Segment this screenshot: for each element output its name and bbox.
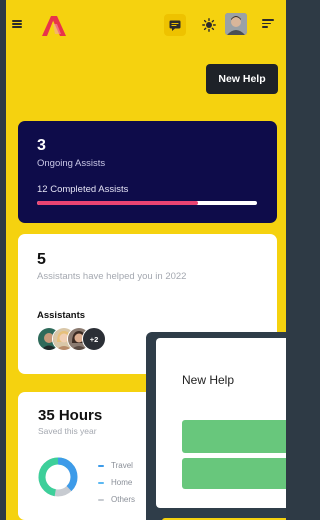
- legend-label: Travel: [111, 461, 133, 470]
- legend-label: Home: [111, 478, 133, 487]
- legend-item: Home: [98, 474, 135, 491]
- ongoing-assists-card[interactable]: 3 Ongoing Assists 12 Completed Assists: [18, 121, 277, 223]
- app-screen: New Help 3 Ongoing Assists 12 Completed …: [6, 0, 286, 520]
- completed-label: 12 Completed Assists: [37, 184, 129, 195]
- modal-title: New Help: [182, 373, 235, 387]
- legend-label: Others: [111, 495, 136, 504]
- new-help-modal: New Help S: [146, 332, 286, 520]
- legend-dash: [98, 464, 104, 467]
- new-help-button[interactable]: New Help: [206, 64, 278, 94]
- assistants-title: Assistants: [37, 310, 86, 321]
- message-icon[interactable]: [164, 14, 186, 36]
- ongoing-label: Ongoing Assists: [37, 158, 106, 169]
- hours-legend: Travel Home Others: [98, 457, 135, 508]
- legend-dash: [98, 481, 104, 484]
- modal-primary-button[interactable]: [182, 420, 286, 453]
- legend-dash: [98, 498, 104, 501]
- hours-subtitle: Saved this year: [38, 426, 97, 436]
- assistants-count: 5: [37, 251, 46, 268]
- hours-title: 35 Hours: [38, 407, 103, 424]
- ongoing-count: 3: [37, 137, 46, 154]
- completed-progress-bar: [37, 201, 257, 205]
- sun-icon[interactable]: [198, 14, 220, 36]
- hamburger-icon[interactable]: [12, 20, 22, 28]
- modal-panel: New Help S: [156, 338, 286, 508]
- options-lines-icon[interactable]: [262, 19, 274, 29]
- legend-item: Others: [98, 491, 135, 508]
- legend-item: Travel: [98, 457, 135, 474]
- assistants-subtitle: Assistants have helped you in 2022: [37, 271, 187, 282]
- hours-donut-chart: [38, 457, 78, 497]
- more-assistants-badge[interactable]: +2: [82, 327, 106, 351]
- modal-secondary-button[interactable]: S: [182, 458, 286, 489]
- brand-logo[interactable]: [40, 14, 68, 36]
- progress-fill: [37, 201, 198, 205]
- avatar[interactable]: [225, 13, 247, 35]
